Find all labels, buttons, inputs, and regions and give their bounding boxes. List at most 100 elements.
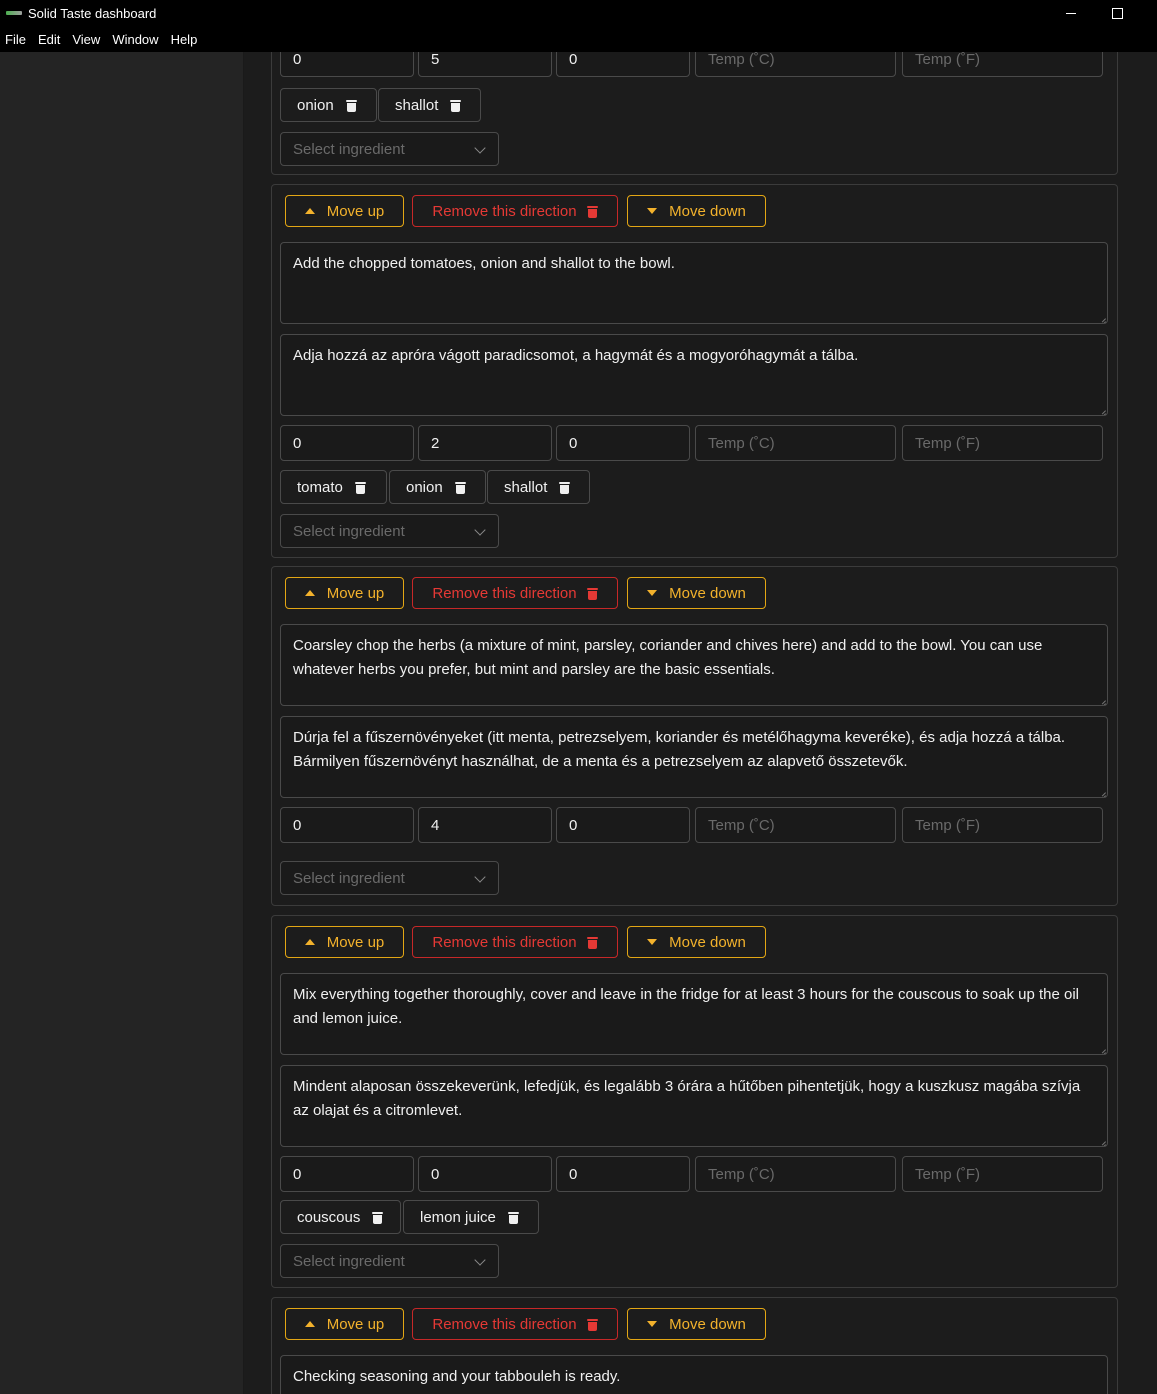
direction-text-en-value: Add the chopped tomatoes, onion and shal… bbox=[293, 255, 675, 272]
direction-number-field[interactable]: 0 bbox=[280, 52, 414, 77]
ingredient-chip: lemon juice bbox=[403, 1200, 539, 1234]
resize-handle-icon[interactable] bbox=[1098, 406, 1106, 414]
move-up-button[interactable]: Move up bbox=[285, 577, 404, 609]
menu-file[interactable]: File bbox=[0, 32, 32, 47]
move-up-button[interactable]: Move up bbox=[285, 926, 404, 958]
direction-text-en[interactable]: Add the chopped tomatoes, onion and shal… bbox=[280, 242, 1108, 324]
minimize-icon bbox=[1066, 12, 1076, 14]
remove-direction-label: Remove this direction bbox=[432, 933, 577, 951]
caret-up-icon bbox=[304, 1321, 315, 1327]
temp-fahrenheit-input[interactable]: Temp (˚F) bbox=[902, 425, 1103, 461]
remove-direction-button[interactable]: Remove this direction bbox=[412, 577, 618, 609]
direction-text-hu[interactable]: Mindent alaposan összekeverünk, lefedjük… bbox=[280, 1065, 1108, 1147]
menu-bar: File Edit View Window Help bbox=[0, 26, 1157, 52]
direction-text-hu[interactable]: Adja hozzá az apróra vágott paradicsomot… bbox=[280, 334, 1108, 416]
ingredient-chip-label: shallot bbox=[395, 96, 439, 114]
ingredient-chip: shallot bbox=[487, 470, 590, 504]
trash-icon bbox=[586, 936, 598, 949]
direction-text-en-value: Checking seasoning and your tabbouleh is… bbox=[293, 1368, 621, 1385]
direction-extra-field[interactable]: 0 bbox=[556, 52, 690, 77]
trash-icon[interactable] bbox=[507, 1211, 519, 1224]
chevron-down-icon bbox=[474, 142, 486, 154]
direction-text-en[interactable]: Coarsley chop the herbs (a mixture of mi… bbox=[280, 624, 1108, 706]
direction-number-field[interactable]: 0 bbox=[280, 1156, 414, 1192]
remove-direction-label: Remove this direction bbox=[432, 202, 577, 220]
menu-help[interactable]: Help bbox=[165, 32, 204, 47]
caret-down-icon bbox=[647, 939, 658, 945]
move-down-button[interactable]: Move down bbox=[627, 926, 766, 958]
ingredient-select[interactable]: Select ingredient bbox=[280, 1244, 499, 1278]
direction-extra-field[interactable]: 0 bbox=[556, 425, 690, 461]
move-up-label: Move up bbox=[326, 933, 385, 951]
menu-edit[interactable]: Edit bbox=[32, 32, 66, 47]
direction-time-field[interactable]: 4 bbox=[418, 807, 552, 843]
maximize-button[interactable] bbox=[1094, 0, 1140, 26]
direction-time-field[interactable]: 0 bbox=[418, 1156, 552, 1192]
remove-direction-button[interactable]: Remove this direction bbox=[412, 195, 618, 227]
move-down-button[interactable]: Move down bbox=[627, 195, 766, 227]
temp-celsius-input[interactable]: Temp (˚C) bbox=[695, 1156, 896, 1192]
resize-handle-icon[interactable] bbox=[1098, 1045, 1106, 1053]
ingredient-select[interactable]: Select ingredient bbox=[280, 132, 499, 166]
direction-card: Move up Remove this direction Move down … bbox=[271, 184, 1118, 558]
direction-number-field[interactable]: 0 bbox=[280, 807, 414, 843]
move-down-button[interactable]: Move down bbox=[627, 1308, 766, 1340]
window-title: Solid Taste dashboard bbox=[28, 5, 157, 21]
remove-direction-button[interactable]: Remove this direction bbox=[412, 1308, 618, 1340]
minimize-button[interactable] bbox=[1048, 0, 1094, 26]
trash-icon[interactable] bbox=[345, 99, 357, 112]
move-up-label: Move up bbox=[326, 1315, 385, 1333]
chevron-down-icon bbox=[474, 871, 486, 883]
ingredient-chip-label: couscous bbox=[297, 1208, 361, 1226]
direction-time-field[interactable]: 5 bbox=[418, 52, 552, 77]
direction-extra-field[interactable]: 0 bbox=[556, 807, 690, 843]
menu-window[interactable]: Window bbox=[106, 32, 164, 47]
directions-editor: 0 5 0 Temp (˚C) Temp (˚F) onion shallot … bbox=[244, 52, 1157, 1394]
ingredient-chip-label: shallot bbox=[504, 478, 548, 496]
chevron-down-icon bbox=[474, 1254, 486, 1266]
temp-fahrenheit-input[interactable]: Temp (˚F) bbox=[902, 807, 1103, 843]
move-down-label: Move down bbox=[669, 584, 746, 602]
ingredient-chip: onion bbox=[389, 470, 486, 504]
remove-direction-button[interactable]: Remove this direction bbox=[412, 926, 618, 958]
direction-card: 0 5 0 Temp (˚C) Temp (˚F) onion shallot … bbox=[271, 52, 1118, 175]
temp-celsius-input[interactable]: Temp (˚C) bbox=[695, 807, 896, 843]
caret-up-icon bbox=[304, 939, 315, 945]
direction-number-field[interactable]: 0 bbox=[280, 425, 414, 461]
app-icon bbox=[6, 11, 22, 15]
resize-handle-icon[interactable] bbox=[1098, 788, 1106, 796]
sidebar bbox=[0, 52, 243, 1394]
direction-time-field[interactable]: 2 bbox=[418, 425, 552, 461]
resize-handle-icon[interactable] bbox=[1098, 1137, 1106, 1145]
direction-card: Move up Remove this direction Move down … bbox=[271, 566, 1118, 906]
ingredient-select[interactable]: Select ingredient bbox=[280, 861, 499, 895]
chevron-down-icon bbox=[474, 524, 486, 536]
caret-down-icon bbox=[647, 208, 658, 214]
direction-card: Move up Remove this direction Move down … bbox=[271, 915, 1118, 1288]
menu-view[interactable]: View bbox=[66, 32, 106, 47]
ingredient-chip-label: onion bbox=[406, 478, 443, 496]
resize-handle-icon[interactable] bbox=[1098, 696, 1106, 704]
temp-fahrenheit-input[interactable]: Temp (˚F) bbox=[902, 52, 1103, 77]
temp-celsius-input[interactable]: Temp (˚C) bbox=[695, 425, 896, 461]
ingredient-select[interactable]: Select ingredient bbox=[280, 514, 499, 548]
temp-celsius-input[interactable]: Temp (˚C) bbox=[695, 52, 896, 77]
direction-text-en[interactable]: Checking seasoning and your tabbouleh is… bbox=[280, 1355, 1108, 1394]
trash-icon[interactable] bbox=[354, 481, 366, 494]
resize-handle-icon[interactable] bbox=[1098, 314, 1106, 322]
direction-text-hu[interactable]: Dúrja fel a fűszernövényeket (itt menta,… bbox=[280, 716, 1108, 798]
trash-icon[interactable] bbox=[454, 481, 466, 494]
move-up-button[interactable]: Move up bbox=[285, 1308, 404, 1340]
caret-down-icon bbox=[647, 590, 658, 596]
temp-fahrenheit-input[interactable]: Temp (˚F) bbox=[902, 1156, 1103, 1192]
trash-icon[interactable] bbox=[372, 1211, 384, 1224]
direction-text-hu-value: Adja hozzá az apróra vágott paradicsomot… bbox=[293, 347, 859, 364]
direction-extra-field[interactable]: 0 bbox=[556, 1156, 690, 1192]
trash-icon[interactable] bbox=[559, 481, 571, 494]
ingredient-select-placeholder: Select ingredient bbox=[293, 869, 405, 887]
move-up-button[interactable]: Move up bbox=[285, 195, 404, 227]
direction-text-en[interactable]: Mix everything together thoroughly, cove… bbox=[280, 973, 1108, 1055]
move-down-button[interactable]: Move down bbox=[627, 577, 766, 609]
trash-icon[interactable] bbox=[450, 99, 462, 112]
move-down-label: Move down bbox=[669, 933, 746, 951]
